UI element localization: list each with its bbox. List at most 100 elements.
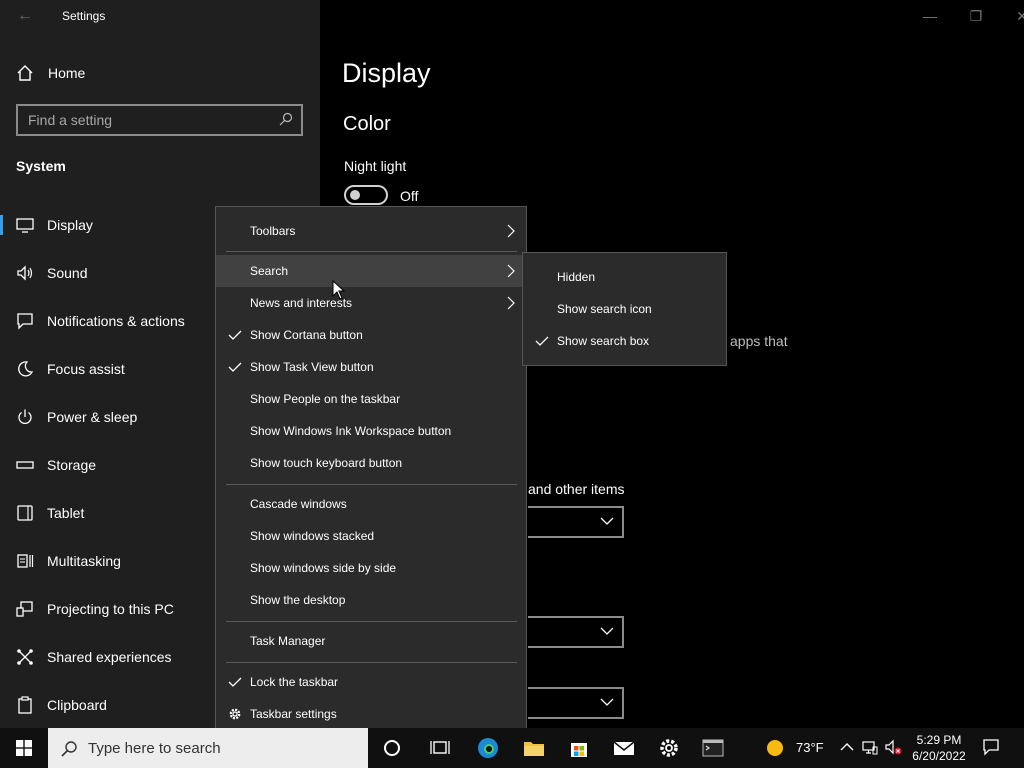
find-setting-input[interactable]: Find a setting [16, 104, 303, 136]
section-label: System [16, 158, 66, 174]
taskbar-search-box[interactable]: Type here to search [48, 728, 368, 768]
menu-item-label: Show touch keyboard button [250, 456, 403, 470]
taskbar-store-button[interactable] [557, 728, 601, 768]
storage-icon [16, 461, 34, 469]
menu-separator [226, 621, 517, 622]
orientation-dropdown[interactable] [528, 687, 624, 719]
color-heading: Color [343, 113, 391, 135]
monitor-icon [16, 218, 34, 233]
find-setting-placeholder: Find a setting [28, 112, 113, 128]
menu-item-label: Toolbars [250, 224, 296, 238]
projecting-icon [16, 601, 33, 617]
partial-text-apps: apps that [730, 333, 788, 349]
menu-item-search[interactable]: Search [216, 255, 526, 287]
shared-icon [17, 649, 33, 665]
clipboard-icon [18, 696, 32, 714]
minimize-button[interactable]: — [922, 8, 938, 24]
menu-separator [226, 662, 517, 663]
checkmark-icon [228, 362, 242, 372]
menu-item-cortana[interactable]: Show Cortana button [216, 319, 526, 351]
cortana-button[interactable] [370, 728, 414, 768]
multitasking-icon [17, 554, 34, 568]
edge-icon [478, 738, 498, 758]
windows-logo-icon [16, 740, 32, 756]
menu-item-label: Show the desktop [250, 593, 346, 607]
menu-item-label: Show windows side by side [250, 561, 397, 575]
network-icon[interactable] [861, 738, 879, 756]
home-link[interactable]: Home [0, 58, 320, 88]
taskbar-search-placeholder: Type here to search [88, 740, 221, 757]
terminal-icon [702, 739, 724, 757]
maximize-button[interactable]: ❐ [968, 8, 984, 24]
submenu-item-hidden[interactable]: Hidden [523, 261, 726, 293]
sidebar-item-label: Notifications & actions [47, 313, 185, 329]
taskbar-context-menu: Toolbars Search News and interests Show … [215, 206, 527, 738]
menu-item-task-manager[interactable]: Task Manager [216, 625, 526, 657]
menu-separator [226, 251, 517, 252]
menu-item-label: Show search box [557, 334, 650, 348]
taskbar-clock[interactable]: 5:29 PM 6/20/2022 [904, 732, 974, 764]
task-view-icon [430, 741, 450, 754]
weather-temperature[interactable]: 73°F [796, 740, 824, 755]
sidebar-item-label: Clipboard [47, 697, 107, 713]
search-submenu: Hidden Show search icon Show search box [522, 252, 727, 366]
store-icon [571, 743, 587, 757]
taskbar-settings-button[interactable] [647, 728, 691, 768]
close-button[interactable]: ✕ [1014, 8, 1024, 24]
taskbar: Type here to search 73°F 5:29 PM 6/20/20… [0, 728, 1024, 768]
menu-item-toolbars[interactable]: Toolbars [216, 215, 526, 247]
submenu-item-search-box[interactable]: Show search box [523, 325, 726, 357]
chevron-right-icon [507, 224, 515, 238]
resolution-dropdown[interactable] [528, 616, 624, 648]
chevron-right-icon [507, 296, 515, 310]
page-title: Display [342, 58, 431, 88]
night-light-toggle[interactable] [344, 185, 388, 205]
volume-muted-icon[interactable] [884, 738, 902, 756]
menu-item-people[interactable]: Show People on the taskbar [216, 383, 526, 415]
menu-item-cascade[interactable]: Cascade windows [216, 488, 526, 520]
sidebar-item-label: Display [47, 217, 93, 233]
gear-icon [229, 708, 241, 720]
home-label: Home [48, 65, 86, 81]
menu-item-label: Show windows stacked [250, 529, 375, 543]
weather-icon[interactable] [766, 739, 784, 757]
moon-icon [18, 361, 34, 377]
night-light-label: Night light [344, 158, 407, 174]
menu-item-label: Show People on the taskbar [250, 392, 401, 406]
menu-item-touch-keyboard[interactable]: Show touch keyboard button [216, 447, 526, 479]
taskbar-terminal-button[interactable] [691, 728, 735, 768]
menu-item-stacked[interactable]: Show windows stacked [216, 520, 526, 552]
cortana-icon [384, 740, 400, 756]
chevron-up-icon[interactable] [838, 738, 856, 756]
taskbar-edge-button[interactable] [466, 728, 510, 768]
action-center-icon[interactable] [982, 738, 1000, 756]
scale-dropdown[interactable] [528, 506, 624, 538]
sidebar-item-label: Shared experiences [47, 649, 172, 665]
chevron-down-icon [600, 627, 614, 635]
checkmark-icon [535, 336, 549, 346]
menu-item-lock-taskbar[interactable]: Lock the taskbar [216, 666, 526, 698]
mouse-cursor [332, 280, 346, 300]
home-icon [17, 65, 33, 81]
sidebar-item-label: Multitasking [47, 553, 121, 569]
submenu-item-search-icon[interactable]: Show search icon [523, 293, 726, 325]
menu-item-taskbar-settings[interactable]: Taskbar settings [216, 698, 526, 730]
taskbar-mail-button[interactable] [602, 728, 646, 768]
start-button[interactable] [0, 728, 48, 768]
menu-item-side-by-side[interactable]: Show windows side by side [216, 552, 526, 584]
menu-item-show-desktop[interactable]: Show the desktop [216, 584, 526, 616]
speaker-icon [17, 265, 33, 281]
taskbar-file-explorer-button[interactable] [512, 728, 556, 768]
menu-item-ink-workspace[interactable]: Show Windows Ink Workspace button [216, 415, 526, 447]
menu-item-task-view[interactable]: Show Task View button [216, 351, 526, 383]
back-button[interactable]: ← [14, 6, 36, 26]
checkmark-icon [228, 330, 242, 340]
clock-time: 5:29 PM [916, 733, 962, 747]
chevron-down-icon [600, 517, 614, 525]
menu-item-news-interests[interactable]: News and interests [216, 287, 526, 319]
chevron-right-icon [507, 264, 515, 278]
task-view-button[interactable] [418, 728, 462, 768]
menu-separator [226, 484, 517, 485]
checkmark-icon [228, 677, 242, 687]
menu-item-label: Cascade windows [250, 497, 347, 511]
